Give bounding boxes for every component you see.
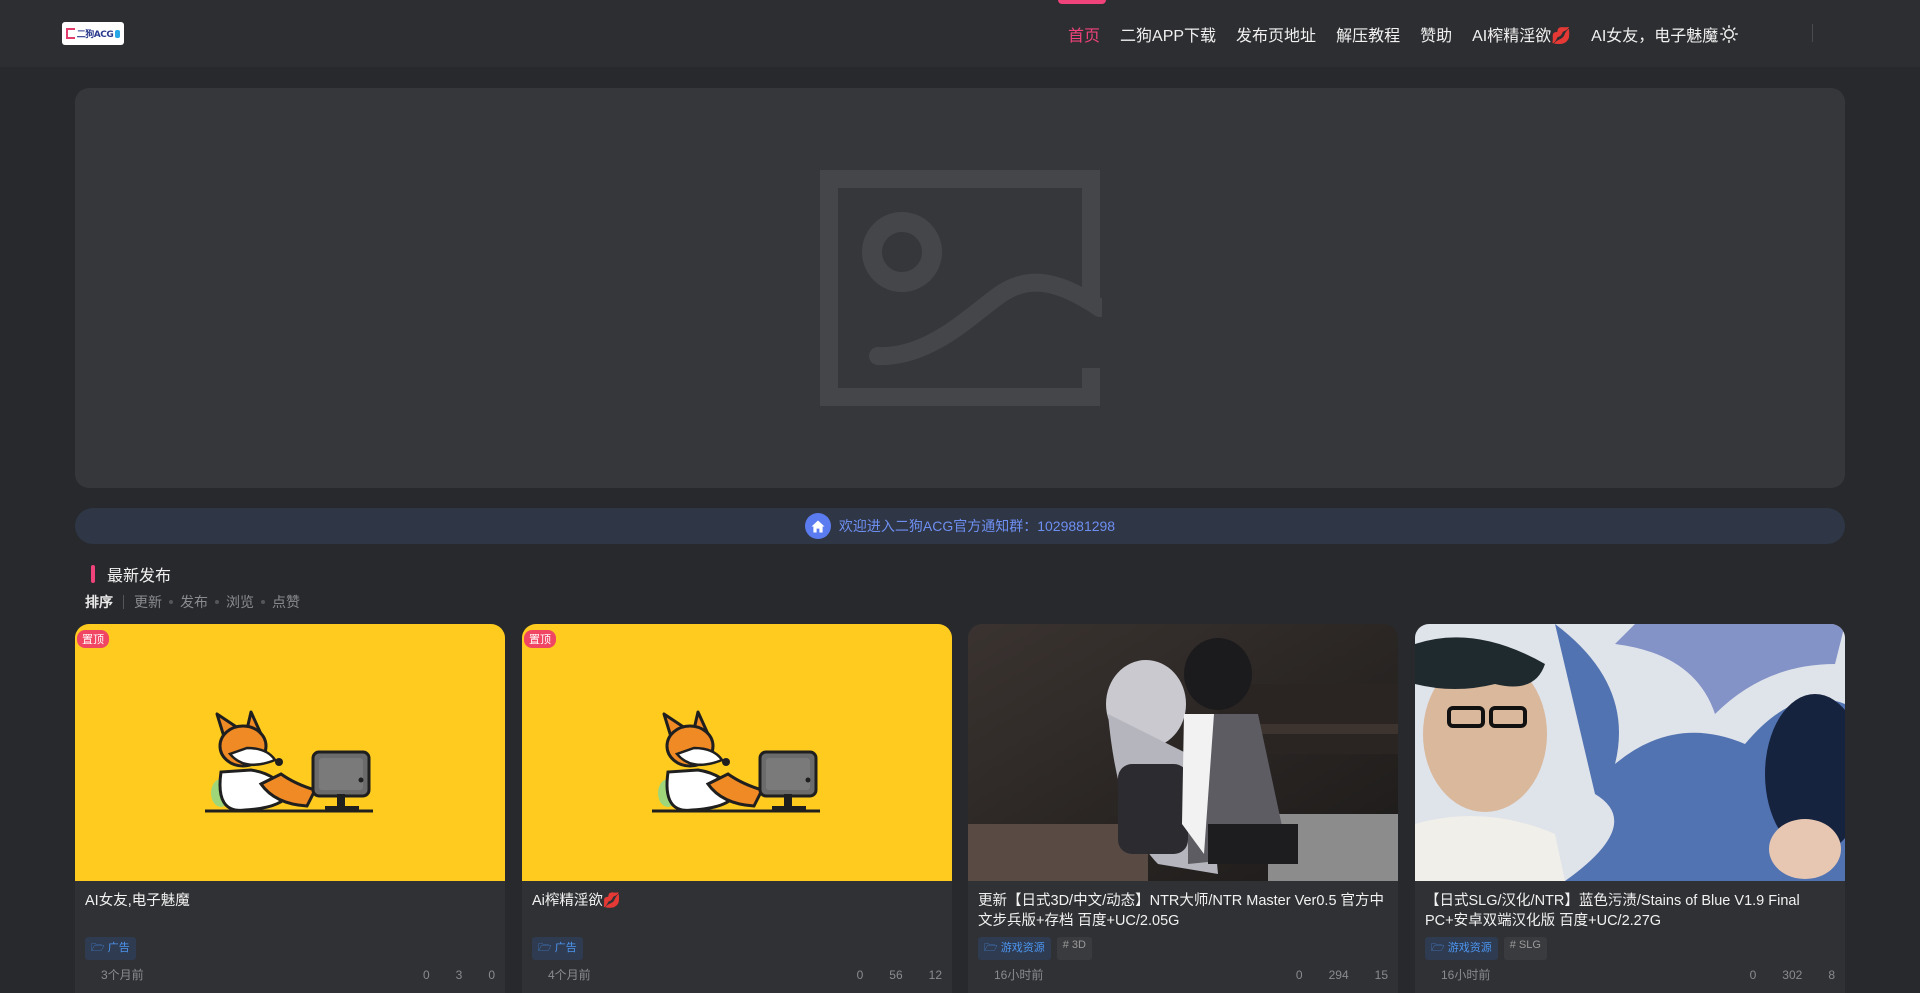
sort-option-views[interactable]: 浏览 xyxy=(226,592,254,612)
category-tag[interactable]: 🗁 广告 xyxy=(85,937,136,960)
post-thumbnail[interactable] xyxy=(1415,624,1845,881)
post-stats: 0 302 8 xyxy=(1724,968,1835,982)
post-tags: 🗁 广告 xyxy=(85,937,136,960)
view-count: 294 xyxy=(1328,967,1349,982)
comment-count: 0 xyxy=(1295,967,1303,982)
post-thumbnail[interactable]: 置顶 xyxy=(522,624,952,881)
hashtag[interactable]: # SLG xyxy=(1503,937,1547,960)
comment-count: 0 xyxy=(422,967,430,982)
post-tags: 🗁 游戏资源 # 3D xyxy=(978,937,1092,960)
logo-mark xyxy=(65,28,75,39)
logo-text: 二狗ACG xyxy=(76,30,114,40)
post-time: 4个月前 xyxy=(548,968,591,982)
nav-item-publish-address[interactable]: 发布页地址 xyxy=(1236,22,1316,46)
sort-dot xyxy=(169,600,173,604)
sort-option-updated[interactable]: 更新 xyxy=(134,592,162,612)
post-meta: 3个月前 0 3 0 xyxy=(85,966,495,983)
sort-separator xyxy=(123,595,124,609)
post-time: 16小时前 xyxy=(1441,968,1491,982)
sun-icon[interactable] xyxy=(1719,24,1739,44)
pinned-badge: 置顶 xyxy=(524,630,556,648)
post-card[interactable]: 置顶 AI女友,电子魅魔 🗁 广告 3个月前 0 3 0 xyxy=(75,624,505,993)
nav-item-sponsor[interactable]: 赞助 xyxy=(1420,22,1452,46)
banner-slider[interactable] xyxy=(75,88,1845,488)
sort-option-likes[interactable]: 点赞 xyxy=(272,592,300,612)
section-title: 最新发布 xyxy=(107,568,172,585)
sort-bar: 排序 更新 发布 浏览 点赞 xyxy=(85,592,300,612)
post-title[interactable]: 【日式SLG/汉化/NTR】蓝色污渍/Stains of Blue V1.9 F… xyxy=(1425,891,1837,931)
hashtag[interactable]: # 3D xyxy=(1056,937,1092,960)
post-card[interactable]: 置顶 Ai榨精淫欲💋 🗁 广告 4个月前 0 56 12 xyxy=(522,624,952,993)
comment-count: 0 xyxy=(1749,967,1757,982)
post-title[interactable]: Ai榨精淫欲💋 xyxy=(532,891,944,911)
post-stats: 0 56 12 xyxy=(831,968,942,982)
nav-item-app-download[interactable]: 二狗APP下载 xyxy=(1120,22,1216,46)
home-icon xyxy=(804,513,831,539)
category-tag[interactable]: 🗁 游戏资源 xyxy=(1425,937,1498,960)
category-tag-label: 游戏资源 xyxy=(1447,942,1492,954)
post-card[interactable]: 更新【日式3D/中文/动态】NTR大师/NTR Master Ver0.5 官方… xyxy=(968,624,1398,993)
header-divider xyxy=(1812,24,1813,42)
category-tag[interactable]: 🗁 广告 xyxy=(532,937,583,960)
sort-dot xyxy=(215,600,219,604)
logo-dot xyxy=(115,29,121,38)
nav-item-ai-lust[interactable]: AI榨精淫欲💋 xyxy=(1472,22,1571,46)
post-title[interactable]: AI女友,电子魅魔 xyxy=(85,891,497,911)
view-count: 302 xyxy=(1782,967,1803,982)
image-placeholder-icon xyxy=(820,170,1102,406)
post-card[interactable]: 【日式SLG/汉化/NTR】蓝色污渍/Stains of Blue V1.9 F… xyxy=(1415,624,1845,993)
like-count: 12 xyxy=(928,967,942,982)
post-tags: 🗁 广告 xyxy=(532,937,583,960)
nav-item-unzip-tutorial[interactable]: 解压教程 xyxy=(1336,22,1400,46)
like-count: 15 xyxy=(1374,967,1388,982)
main-nav: 首页 二狗APP下载 发布页地址 解压教程 赞助 AI榨精淫欲💋 AI女友，电子… xyxy=(1068,0,1738,67)
category-tag[interactable]: 🗁 游戏资源 xyxy=(978,937,1051,960)
post-title[interactable]: 更新【日式3D/中文/动态】NTR大师/NTR Master Ver0.5 官方… xyxy=(978,891,1390,931)
category-tag-label: 广告 xyxy=(107,942,130,954)
post-time: 16小时前 xyxy=(994,968,1044,982)
post-tags: 🗁 游戏资源 # SLG xyxy=(1425,937,1547,960)
post-thumbnail[interactable] xyxy=(968,624,1398,881)
post-time: 3个月前 xyxy=(101,968,144,982)
post-thumbnail[interactable]: 置顶 xyxy=(75,624,505,881)
site-logo[interactable]: 二狗ACG xyxy=(62,22,124,45)
post-meta: 16小时前 0 302 8 xyxy=(1425,966,1835,983)
sort-dot xyxy=(261,600,265,604)
nav-item-ai-girlfriend[interactable]: AI女友，电子魅魔 xyxy=(1591,22,1718,46)
sort-label: 排序 xyxy=(85,594,113,610)
like-count: 8 xyxy=(1828,967,1835,982)
like-count: 0 xyxy=(488,967,495,982)
category-tag-label: 游戏资源 xyxy=(1000,942,1045,954)
view-count: 56 xyxy=(889,967,903,982)
notice-text[interactable]: 欢迎进入二狗ACG官方通知群：1029881298 xyxy=(839,516,1115,536)
post-meta: 4个月前 0 56 12 xyxy=(532,966,942,983)
post-stats: 0 3 0 xyxy=(397,968,495,982)
section-accent-bar xyxy=(91,565,95,583)
post-meta: 16小时前 0 294 15 xyxy=(978,966,1388,983)
nav-item-home[interactable]: 首页 xyxy=(1068,22,1100,46)
post-stats: 0 294 15 xyxy=(1270,968,1388,982)
category-tag-label: 广告 xyxy=(554,942,577,954)
site-header: 二狗ACG 首页 二狗APP下载 发布页地址 解压教程 赞助 AI榨精淫欲💋 A… xyxy=(0,0,1920,67)
notice-bar: 欢迎进入二狗ACG官方通知群：1029881298 xyxy=(75,508,1845,544)
sort-option-published[interactable]: 发布 xyxy=(180,592,208,612)
pinned-badge: 置顶 xyxy=(77,630,109,648)
section-header: 最新发布 xyxy=(91,565,172,585)
view-count: 3 xyxy=(455,967,463,982)
comment-count: 0 xyxy=(856,967,864,982)
